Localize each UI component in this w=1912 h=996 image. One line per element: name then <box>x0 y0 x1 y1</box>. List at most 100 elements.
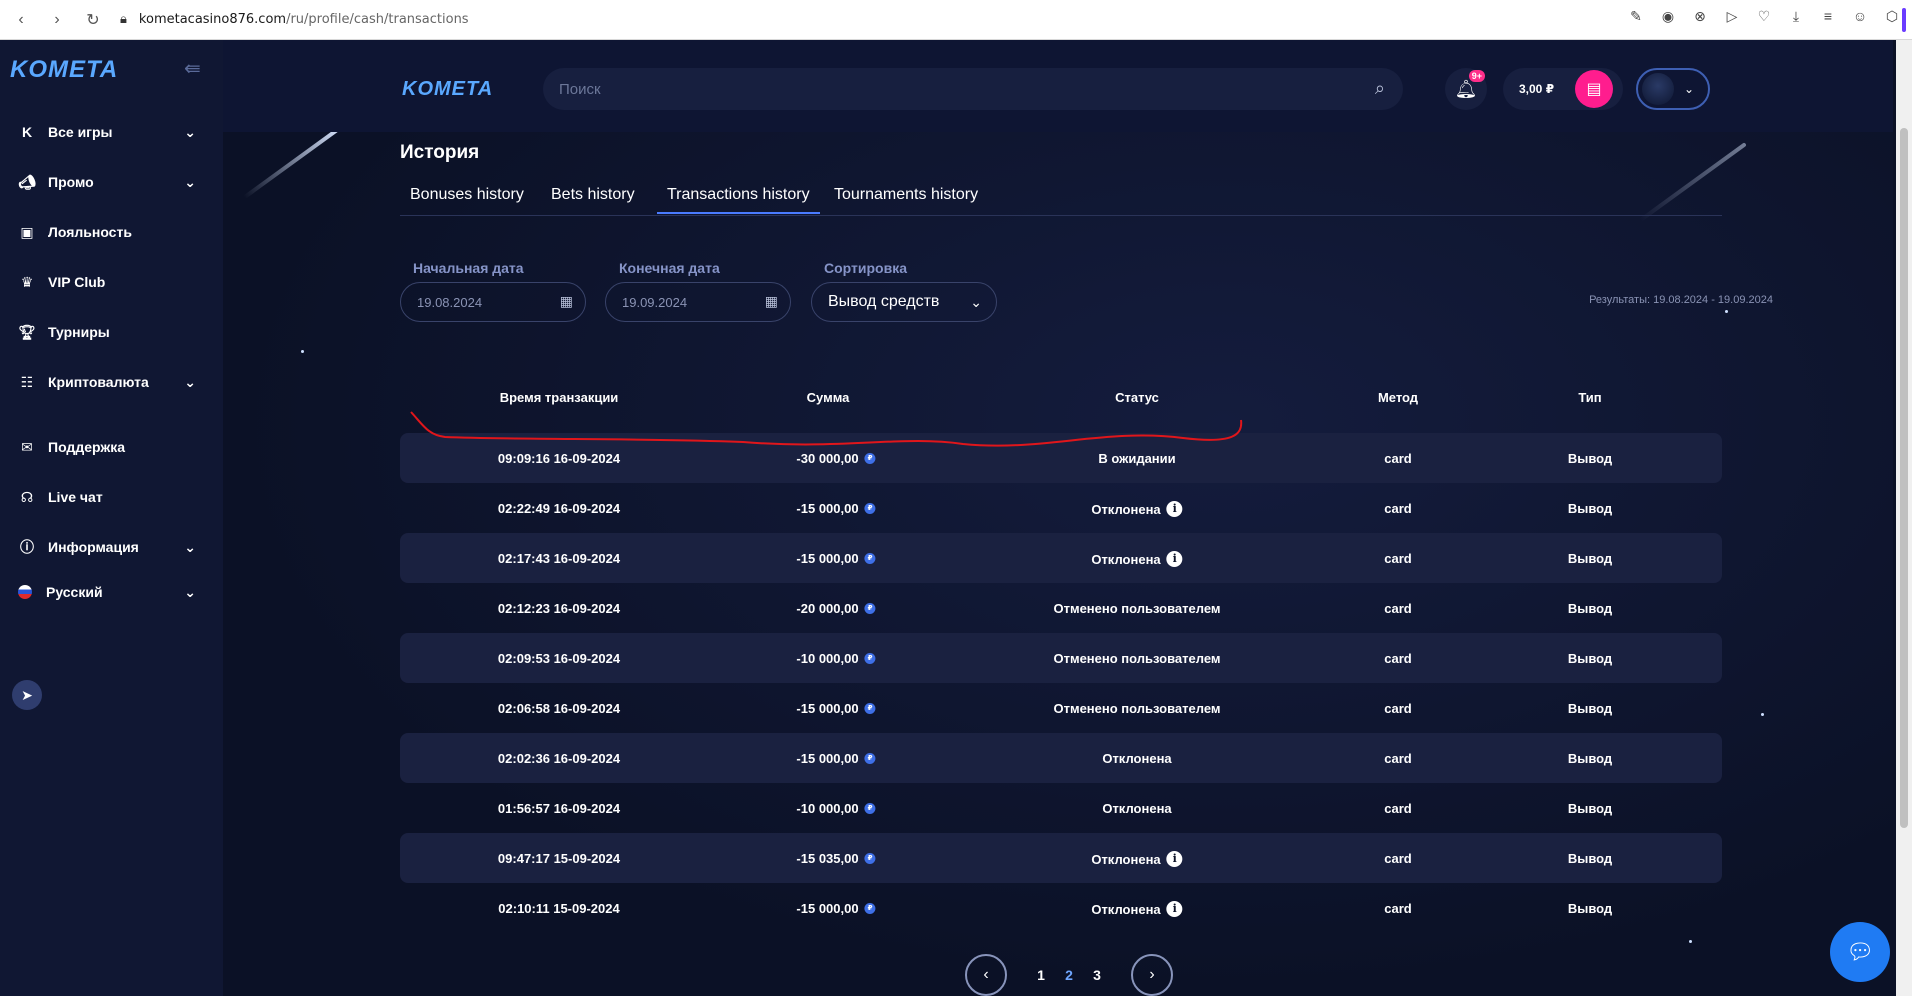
calendar-icon[interactable]: ▦ <box>560 293 573 310</box>
sidebar-item-live-chat[interactable]: ☊ Live чат <box>18 482 208 512</box>
table-row: 02:17:43 16-09-2024 -15 000,00 ₽ Отклонен… <box>400 533 1722 583</box>
reload-icon[interactable]: ↻ <box>82 10 104 30</box>
chevron-down-icon[interactable]: ⌄ <box>184 584 196 601</box>
sidebar-item-promo[interactable]: 📣︎ Промо ⌄ <box>18 167 208 197</box>
chevron-down-icon[interactable]: ⌄ <box>184 124 196 141</box>
tab-bets-history[interactable]: Bets history <box>551 186 635 204</box>
download-icon[interactable]: ⤓ <box>1786 8 1806 25</box>
table-row: 02:22:49 16-09-2024 -15 000,00 ₽ Отклонен… <box>400 483 1722 533</box>
crown-icon: ♛ <box>20 273 34 290</box>
chevron-left-icon: ‹ <box>983 966 989 983</box>
notifications-button[interactable]: 🔔︎ 9+ <box>1445 68 1487 110</box>
table-row: 01:56:57 16-09-2024 -10 000,00 ₽ Отклонен… <box>400 783 1722 833</box>
amount-cell: -15 000,00 ₽ <box>796 551 876 566</box>
heart-icon[interactable]: ♡ <box>1754 8 1774 25</box>
telegram-icon[interactable]: ➤ <box>12 680 42 710</box>
time-cell: 02:02:36 16-09-2024 <box>497 751 621 766</box>
sidebar-item-support[interactable]: ✉ Поддержка <box>18 432 208 462</box>
back-icon[interactable]: ‹ <box>10 11 32 29</box>
sidebar-item-crypto[interactable]: ☷ Криптовалюта ⌄ <box>18 367 208 397</box>
info-icon[interactable]: i <box>1166 901 1183 917</box>
sidebar-item-info[interactable]: ⓘ Информация ⌄ <box>18 532 208 562</box>
end-date-input[interactable]: 19.09.2024 ▦ <box>605 282 791 322</box>
extensions-icon[interactable]: ⬡ <box>1882 8 1902 25</box>
support-icon: ✉ <box>21 438 33 455</box>
profile-icon[interactable]: ☺ <box>1850 8 1870 25</box>
amount-cell: -30 000,00 ₽ <box>796 451 876 466</box>
table-row: 02:10:11 15-09-2024 -15 000,00 ₽ Отклонен… <box>400 883 1722 933</box>
loyalty-icon: ▣ <box>20 223 34 240</box>
shield-icon[interactable]: ⊗ <box>1690 8 1710 25</box>
method-cell: card <box>1384 701 1412 716</box>
table-row: 02:09:53 16-09-2024 -10 000,00 ₽ Отменено… <box>400 633 1722 683</box>
results-range: Результаты: 19.08.2024 - 19.09.2024 <box>1589 294 1773 306</box>
edit-icon[interactable]: ✎ <box>1626 8 1646 25</box>
tab-transactions-history[interactable]: Transactions history <box>657 186 820 214</box>
status-cell: Отменено пользователем <box>1053 601 1220 616</box>
prev-page-button[interactable]: ‹ <box>965 954 1007 996</box>
page-number[interactable]: 3 <box>1083 967 1111 983</box>
chevron-down-icon: ⌄ <box>970 294 982 310</box>
tab-tournaments-history[interactable]: Tournaments history <box>834 186 978 204</box>
play-icon[interactable]: ▷ <box>1722 8 1742 25</box>
scrollbar-thumb[interactable] <box>1900 128 1908 828</box>
page-title: История <box>400 142 480 163</box>
table-row: 02:12:23 16-09-2024 -20 000,00 ₽ Отменено… <box>400 583 1722 633</box>
sidebar-logo[interactable]: KOMETA <box>10 56 118 84</box>
info-icon[interactable]: i <box>1166 851 1183 867</box>
camera-icon[interactable]: ◉ <box>1658 8 1678 25</box>
status-value: Отклонена <box>1091 851 1161 867</box>
wallet-icon: ▤ <box>1586 81 1602 98</box>
status-value: Отклонена <box>1102 801 1172 816</box>
profile-menu-button[interactable]: ⌄ <box>1636 68 1710 110</box>
sidebar-item-tournaments[interactable]: 🏆︎ Турниры <box>18 317 208 347</box>
collapse-sidebar-icon[interactable]: ⇚ <box>184 56 201 81</box>
start-date-input[interactable]: 19.08.2024 ▦ <box>400 282 586 322</box>
menu-icon[interactable]: ≡ <box>1818 8 1838 25</box>
wallet-button[interactable]: ▤ <box>1575 70 1613 108</box>
chevron-down-icon[interactable]: ⌄ <box>184 374 196 391</box>
ruble-icon: ₽ <box>864 853 876 864</box>
forward-icon[interactable]: › <box>46 11 68 29</box>
page-scrollbar[interactable] <box>1896 40 1912 996</box>
next-page-button[interactable]: › <box>1131 954 1173 996</box>
sidebar-item-vip-club[interactable]: ♛ VIP Club <box>18 267 208 297</box>
top-header: KOMETA Поиск ⌕ 🔔︎ 9+ 3,00 ₽ ▤ ⌄ <box>223 40 1893 132</box>
amount-value: -15 000,00 <box>796 501 859 516</box>
header-logo[interactable]: KOMETA <box>402 78 493 101</box>
table-row: 09:09:16 16-09-2024 -30 000,00 ₽ В ожидан… <box>400 433 1722 483</box>
url-host: kometacasino876.com <box>138 12 287 27</box>
flag-ru-icon <box>18 585 32 599</box>
amount-cell: -15 000,00 ₽ <box>796 501 876 516</box>
type-cell: Вывод <box>1567 601 1613 616</box>
search-icon[interactable]: ⌕ <box>1375 78 1385 99</box>
sidebar-item-label: VIP Club <box>48 274 106 290</box>
sidebar-item-loyalty[interactable]: ▣ Лояльность <box>18 217 208 247</box>
search-input[interactable]: Поиск ⌕ <box>543 68 1403 110</box>
status-cell: Отменено пользователем <box>1053 651 1220 666</box>
address-bar[interactable]: 🔒︎ kometacasino876.com/ru/profile/cash/t… <box>120 12 469 27</box>
info-icon: ⓘ <box>20 539 34 555</box>
chevron-down-icon[interactable]: ⌄ <box>184 539 196 556</box>
sidebar-item-all-games[interactable]: K Все игры ⌄ <box>18 117 208 147</box>
calendar-icon[interactable]: ▦ <box>765 293 778 310</box>
page-number[interactable]: 1 <box>1027 967 1055 983</box>
chat-button[interactable]: 💬︎ <box>1830 922 1890 982</box>
url-path: /ru/profile/cash/transactions <box>286 12 469 27</box>
main-content: KOMETA Поиск ⌕ 🔔︎ 9+ 3,00 ₽ ▤ ⌄ История … <box>223 40 1893 996</box>
tab-bonuses-history[interactable]: Bonuses history <box>410 186 524 204</box>
search-placeholder: Поиск <box>559 80 601 98</box>
method-cell: card <box>1384 851 1412 866</box>
amount-cell: -20 000,00 ₽ <box>796 601 876 616</box>
star-decoration <box>301 350 304 353</box>
amount-value: -15 000,00 <box>796 751 859 766</box>
info-icon[interactable]: i <box>1166 551 1183 567</box>
time-cell: 02:10:11 15-09-2024 <box>498 901 620 916</box>
chevron-down-icon[interactable]: ⌄ <box>184 174 196 191</box>
sidebar-item-language[interactable]: Русский ⌄ <box>18 577 208 607</box>
crypto-icon: ☷ <box>20 373 34 390</box>
status-cell: Отклонена <box>1102 751 1171 766</box>
info-icon[interactable]: i <box>1166 501 1183 517</box>
sort-select[interactable]: Вывод средств ⌄ <box>811 282 997 322</box>
page-number-current[interactable]: 2 <box>1055 967 1083 983</box>
